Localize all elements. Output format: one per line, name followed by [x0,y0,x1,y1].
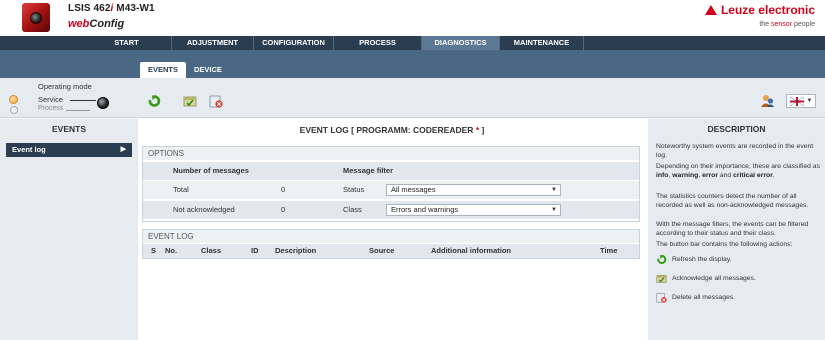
refresh-icon [656,254,667,265]
main-navigation: START ADJUSTMENT CONFIGURATION PROCESS D… [0,36,825,50]
event-log-header: S No. Class ID Description Source Additi… [143,244,639,258]
operating-mode-title: Operating mode [38,82,92,91]
total-row: Total 0 Status All messages ▼ [143,181,639,199]
operating-mode-process: Process [38,105,64,112]
device-image [22,3,50,32]
subtab-device[interactable]: DEVICE [186,62,230,78]
number-of-messages-header: Number of messages [173,166,249,175]
column-additional-information[interactable]: Additional information [431,244,511,258]
column-source[interactable]: Source [369,244,394,258]
process-line [66,110,90,111]
service-led-icon [9,95,18,104]
column-id[interactable]: ID [251,244,259,258]
options-header-row: Number of messages Message filter [143,162,639,180]
delete-button[interactable] [207,92,224,109]
message-filter-header: Message filter [343,166,394,175]
operating-mode-switch[interactable] [97,97,109,109]
event-log-panel: EVENT LOG S No. Class ID Description Sou… [142,229,640,259]
acknowledge-icon [183,96,196,106]
subtab-events[interactable]: EVENTS [140,62,187,78]
options-title: OPTIONS [143,147,639,160]
column-time[interactable]: Time [600,244,617,258]
column-description[interactable]: Description [275,244,316,258]
delete-icon [209,95,223,108]
sidebar-title: EVENTS [51,124,86,134]
chevron-down-icon: ▼ [551,187,557,193]
app-name: webConfig [68,18,125,30]
tab-diagnostics[interactable]: DIAGNOSTICS [422,36,500,50]
status-filter-select[interactable]: All messages ▼ [386,184,561,196]
description-p2: Depending on their importance, these are… [656,163,820,179]
class-filter-select[interactable]: Errors and warnings ▼ [386,204,561,216]
user-icon [761,95,774,107]
refresh-button[interactable] [145,92,162,109]
chevron-right-icon: ▶ [120,146,126,153]
operating-mode-service: Service [38,95,64,104]
description-p5: The button bar contains the following ac… [656,241,793,248]
options-panel: OPTIONS Number of messages Message filte… [142,146,640,222]
subnav-band [0,50,825,78]
language-flag-icon [789,96,804,106]
class-label: Class [343,205,362,214]
total-value: 0 [281,185,286,194]
leuze-triangle-icon [704,5,717,15]
brand-slogan: the sensor people [759,21,815,28]
status-label: Status [343,185,365,194]
column-s[interactable]: S [151,244,156,258]
description-action-acknowledge: Acknowledge all messages. [656,272,756,284]
chevron-down-icon: ▼ [806,98,813,104]
sidebar: EVENTS Event log ▶ [0,119,138,340]
tab-start[interactable]: START [82,36,172,50]
description-title: DESCRIPTION [707,124,766,134]
tab-maintenance[interactable]: MAINTENANCE [500,36,584,50]
description-p3: The statistics counters detect the numbe… [656,193,809,209]
device-name: LSIS 462i M43-W1 [68,3,155,14]
tab-configuration[interactable]: CONFIGURATION [254,36,334,50]
service-line [70,100,96,101]
column-class[interactable]: Class [201,244,221,258]
header: LSIS 462i M43-W1 webConfig Leuze electro… [0,0,825,36]
description-action-delete: Delete all messages. [656,291,735,303]
tab-process[interactable]: PROCESS [334,36,422,50]
description-p1: Noteworthy system events are recorded in… [656,143,814,159]
not-acknowledged-row: Not acknowledged 0 Class Errors and warn… [143,201,639,219]
not-acknowledged-label: Not acknowledged [173,205,235,214]
page-title: EVENT LOG [ PROGRAMM: CODEREADER * ] [299,125,485,135]
sub-navigation: EVENTS DEVICE [140,62,230,78]
user-button[interactable] [759,92,776,109]
process-led-icon [10,106,18,114]
not-acknowledged-value: 0 [281,205,286,214]
chevron-down-icon: ▼ [551,207,557,213]
description-action-refresh: Refresh the display. [656,253,732,265]
sidebar-item-event-log[interactable]: Event log ▶ [6,143,132,157]
refresh-icon [148,94,160,107]
total-label: Total [173,185,189,194]
description-p4: With the message filters, the events can… [656,221,809,237]
main-content: EVENT LOG [ PROGRAMM: CODEREADER * ] OPT… [138,119,646,340]
brand-logo: Leuze electronic [704,3,815,17]
column-no[interactable]: No. [165,244,177,258]
delete-icon [656,292,667,303]
toolbar: Operating mode Service Process ▼ [0,78,825,118]
acknowledge-icon [656,273,667,284]
acknowledge-button[interactable] [181,92,198,109]
sidebar-item-label: Event log [12,145,46,154]
description-panel: DESCRIPTION Noteworthy system events are… [648,119,825,340]
language-select[interactable]: ▼ [786,94,816,108]
tab-adjustment[interactable]: ADJUSTMENT [172,36,254,50]
event-log-title: EVENT LOG [143,230,639,243]
